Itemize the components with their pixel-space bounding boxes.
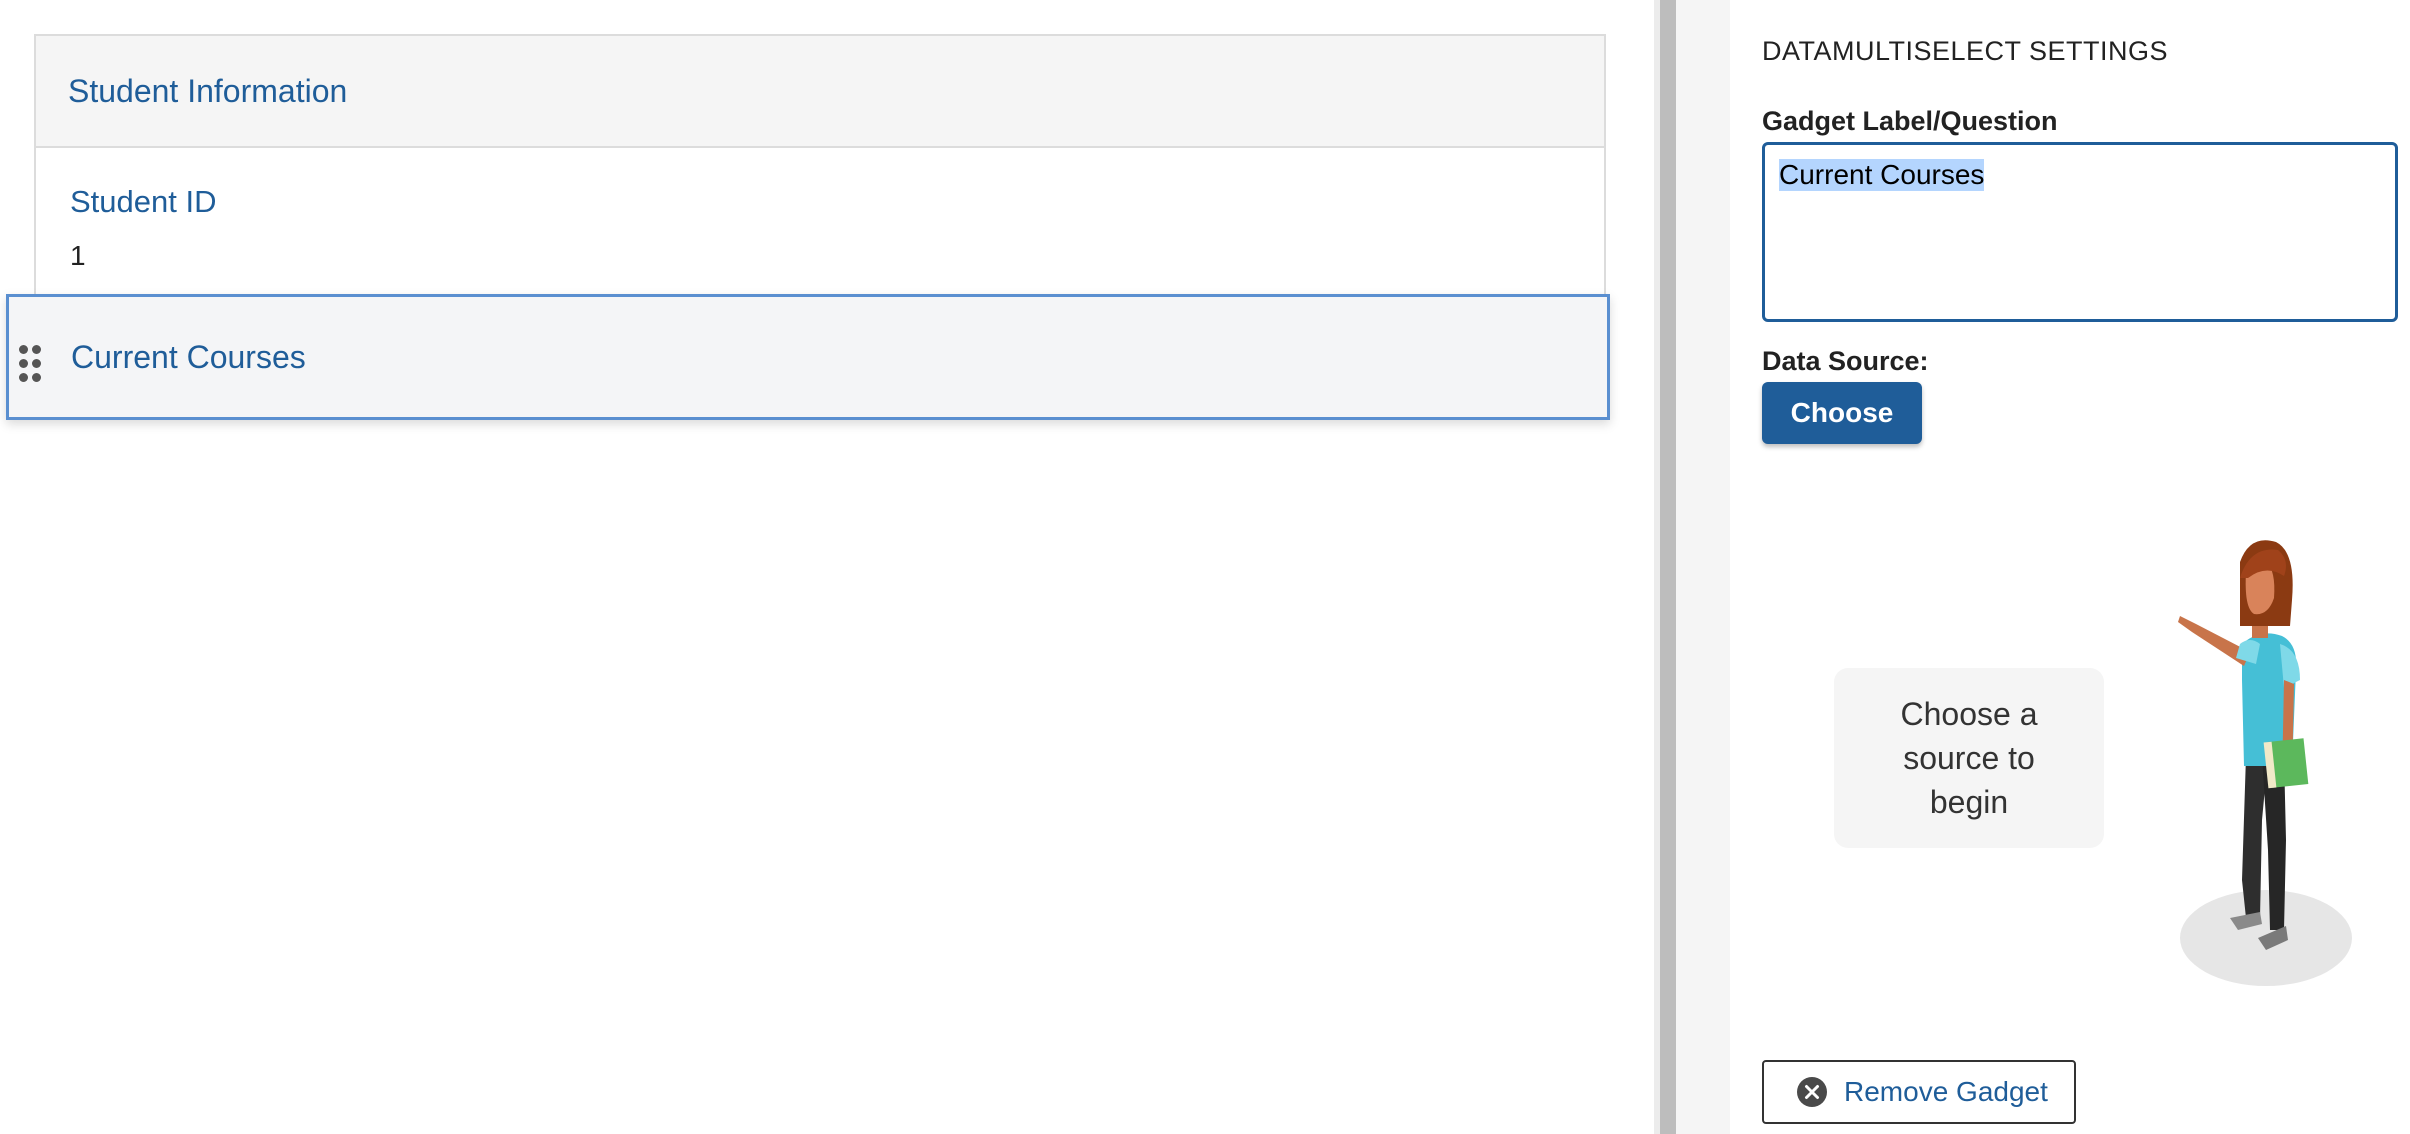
field-value: 1 [70, 240, 86, 271]
choose-data-source-button[interactable]: Choose [1762, 382, 1922, 444]
panel-gutter [1676, 0, 1730, 1134]
form-card: Student Information Student ID 1 [34, 34, 1606, 296]
pointing-woman-illustration [2178, 540, 2352, 986]
section-header[interactable]: Student Information [36, 36, 1604, 148]
form-canvas: Student Information Student ID 1 Current… [0, 0, 1654, 1134]
remove-gadget-button[interactable]: Remove Gadget [1762, 1060, 2076, 1124]
current-courses-gadget[interactable]: Current Courses [6, 294, 1610, 420]
section-header-label: Student Information [68, 72, 348, 109]
hint-text: Choose a source to begin [1900, 696, 2038, 820]
empty-state-hint: Choose a source to begin [1834, 668, 2104, 848]
remove-gadget-label: Remove Gadget [1844, 1076, 2048, 1107]
field-label: Student ID [70, 184, 217, 219]
gadget-label-caption: Gadget Label/Question [1762, 106, 2058, 136]
settings-title: DATAMULTISELECT SETTINGS [1762, 36, 2169, 66]
gadget-label: Current Courses [71, 338, 306, 375]
close-circle-icon [1797, 1077, 1827, 1107]
gadget-label-input[interactable]: Current Courses [1762, 142, 2398, 322]
student-id-field[interactable]: Student ID 1 [36, 148, 1604, 296]
data-source-caption: Data Source: [1762, 346, 1929, 376]
panel-resize-handle[interactable] [1660, 0, 1676, 1134]
settings-panel: DATAMULTISELECT SETTINGS Gadget Label/Qu… [1730, 0, 2410, 1134]
drag-handle-icon[interactable] [19, 345, 41, 382]
